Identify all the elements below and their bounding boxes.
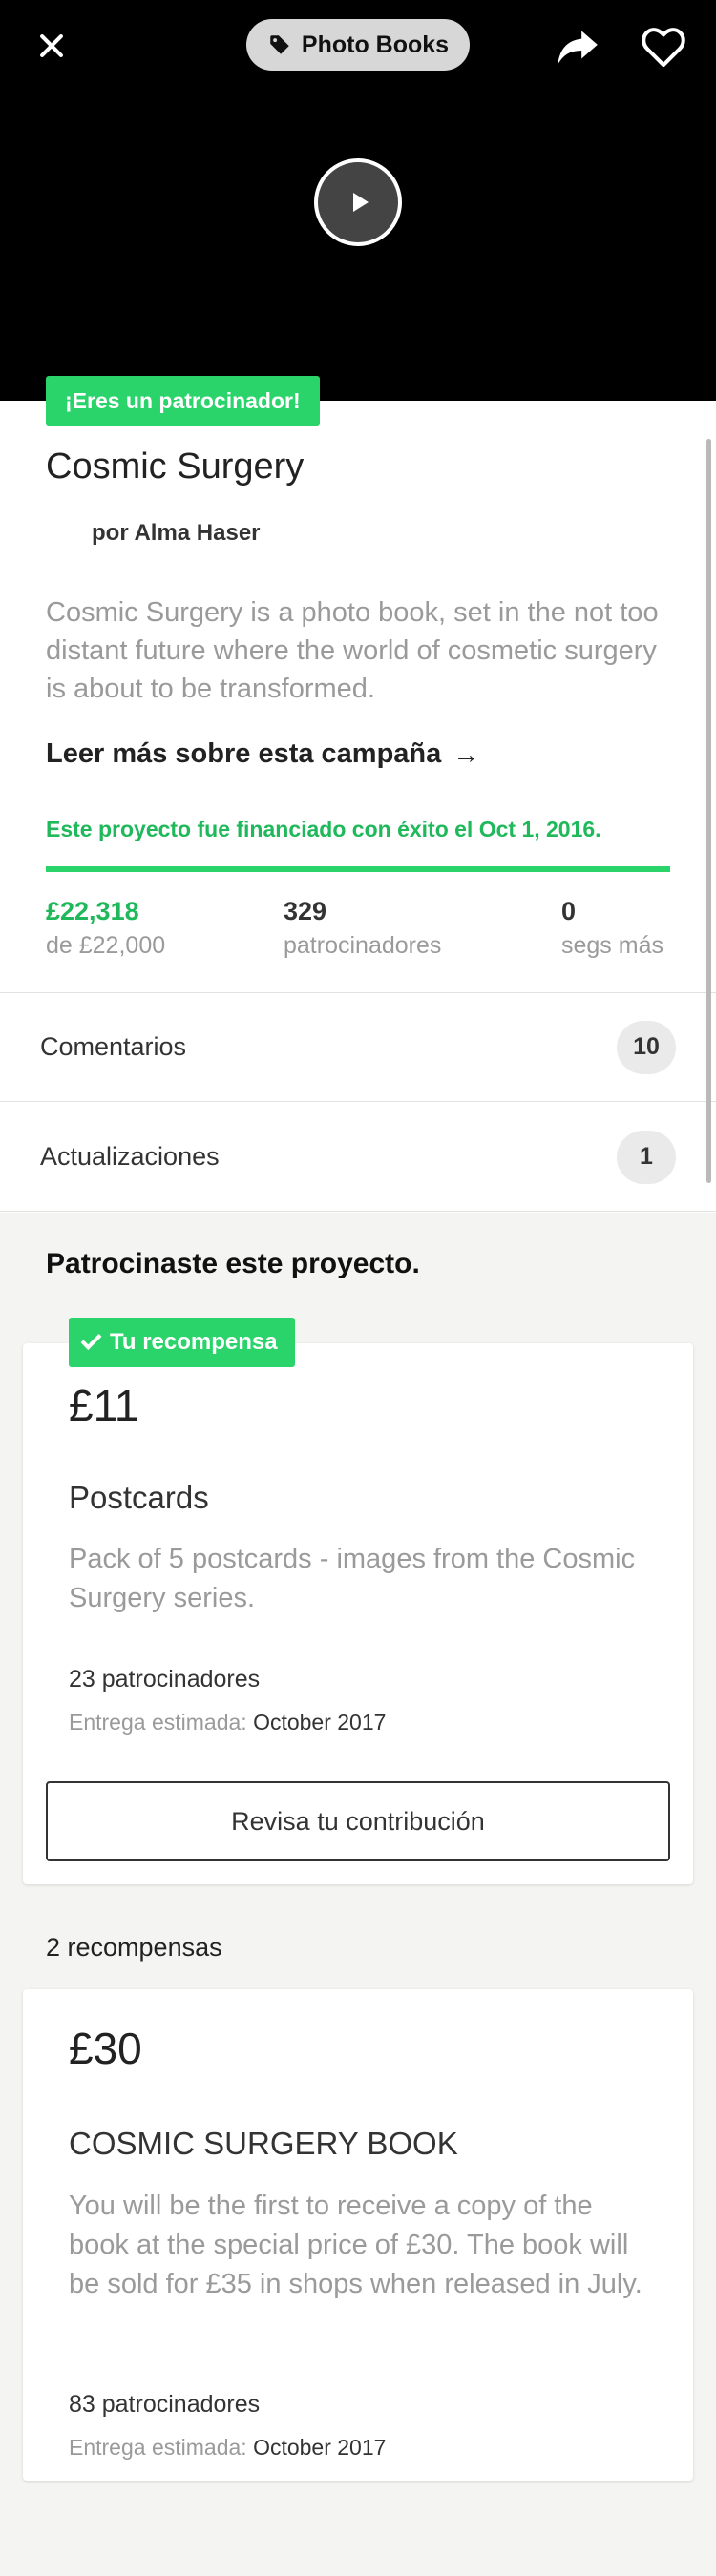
play-button[interactable] xyxy=(314,158,402,246)
comments-count: 10 xyxy=(617,1020,676,1074)
reward-backers: 83 patrocinadores xyxy=(69,2391,261,2418)
your-reward-label: Tu recompensa xyxy=(110,1329,278,1355)
updates-row[interactable]: Actualizaciones 1 xyxy=(0,1103,716,1212)
stat-time-left: 0 segs más xyxy=(561,897,663,960)
project-blurb: Cosmic Surgery is a photo book, set in t… xyxy=(46,597,659,704)
creator-byline[interactable]: por Alma Haser xyxy=(92,520,261,547)
delivery-date: October 2017 xyxy=(253,1710,387,1735)
reward-delivery: Entrega estimada: October 2017 xyxy=(69,2435,386,2461)
reward-description: You will be the first to receive a copy … xyxy=(69,2191,642,2299)
updates-count: 1 xyxy=(617,1130,676,1184)
funding-progress-bar xyxy=(46,866,670,872)
stat-pledged: £22,318 de £22,000 xyxy=(46,897,165,960)
play-icon xyxy=(352,193,369,212)
tag-icon xyxy=(270,35,289,54)
updates-label: Actualizaciones xyxy=(40,1142,220,1171)
funding-progress-fill xyxy=(46,866,670,872)
your-reward-badge: Tu recompensa xyxy=(69,1318,295,1367)
scrollbar[interactable] xyxy=(706,439,711,1183)
backed-reward-backers: 23 patrocinadores xyxy=(69,1666,261,1693)
backed-reward-description: Pack of 5 postcards - images from the Co… xyxy=(69,1544,636,1613)
backer-badge: ¡Eres un patrocinador! xyxy=(46,376,320,426)
close-icon[interactable] xyxy=(31,27,73,69)
backers-value: 329 xyxy=(284,897,327,925)
backers-label: patrocinadores xyxy=(284,932,442,959)
pledged-value: £22,318 xyxy=(46,897,139,925)
stat-backers: 329 patrocinadores xyxy=(284,897,441,960)
reward-delivery-label: Entrega estimada: xyxy=(69,2435,247,2460)
reward-name: COSMIC SURGERY BOOK xyxy=(69,2126,458,2161)
reward-amount: £30 xyxy=(69,2024,142,2073)
backed-reward-delivery: Entrega estimada: October 2017 xyxy=(69,1710,386,1735)
rewards-count: 2 recompensas xyxy=(46,1933,222,1962)
category-label: Photo Books xyxy=(301,31,450,58)
backed-title: Patrocinaste este proyecto. xyxy=(46,1248,420,1279)
comments-row[interactable]: Comentarios 10 xyxy=(0,993,716,1102)
read-more-label: Leer más sobre esta campaña xyxy=(46,738,442,769)
funded-status: Este proyecto fue financiado con éxito e… xyxy=(46,817,601,841)
pledged-label: de £22,000 xyxy=(46,932,166,959)
comments-label: Comentarios xyxy=(40,1032,187,1061)
time-label: segs más xyxy=(561,932,663,959)
category-pill[interactable]: Photo Books xyxy=(246,19,470,71)
read-more-link[interactable]: Leer más sobre esta campaña → xyxy=(46,738,479,770)
checkmark-icon xyxy=(80,1329,102,1350)
reward-delivery-date: October 2017 xyxy=(253,2435,387,2460)
share-icon[interactable] xyxy=(554,23,601,71)
project-title: Cosmic Surgery xyxy=(46,447,305,487)
review-pledge-button[interactable]: Revisa tu contribución xyxy=(46,1781,670,1861)
delivery-label: Entrega estimada: xyxy=(69,1710,247,1735)
time-value: 0 xyxy=(561,897,577,925)
backed-reward-amount: £11 xyxy=(69,1381,139,1430)
heart-icon[interactable] xyxy=(638,21,689,73)
arrow-right-icon: → xyxy=(453,738,480,769)
backed-reward-name: Postcards xyxy=(69,1480,209,1515)
video-header: Photo Books xyxy=(0,0,716,401)
